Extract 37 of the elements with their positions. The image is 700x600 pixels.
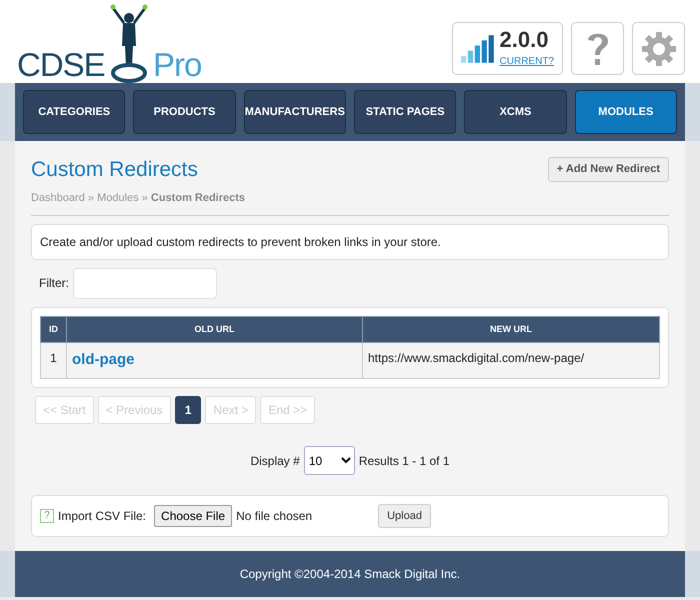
logo-text: CDSE (17, 48, 105, 81)
old-url-link[interactable]: old-page (72, 351, 134, 368)
settings-icon (640, 30, 676, 66)
table-cell: 1 (40, 342, 66, 379)
current-link[interactable]: CURRENT? (500, 56, 554, 66)
breadcrumb-current: Custom Redirects (150, 192, 246, 204)
logo-text: Pro (153, 48, 202, 81)
choose-file-button[interactable]: Choose File (154, 505, 232, 528)
nav-tab[interactable]: MANUFACTURERS (244, 90, 346, 134)
column-header: OLD URL (66, 316, 362, 343)
nav-tab[interactable]: STATIC PAGES (354, 90, 456, 134)
intro-text: Create and/or upload custom redirects to prevent broken links in your store. (40, 234, 441, 249)
display-select[interactable]: 10 (304, 446, 355, 476)
results-text: Results 1 - 1 of 1 (358, 452, 450, 470)
nav-tab[interactable]: PRODUCTS (133, 90, 236, 134)
file-status: No file chosen (236, 508, 312, 526)
footer-text: Copyright ©2004-2014 Smack Digital Inc. (240, 566, 460, 584)
add-redirect-button[interactable]: + Add New Redirect (548, 157, 669, 182)
help-button[interactable] (571, 22, 624, 75)
nav-tab[interactable]: MODULES (574, 90, 677, 134)
pagination-button[interactable]: 1 (174, 396, 202, 424)
upload-button[interactable]: Upload (378, 504, 431, 528)
nav-tab[interactable]: CATEGORIES (23, 90, 126, 134)
page-title: Custom Redirects (31, 157, 198, 182)
version-number: 2.0.0 (500, 28, 550, 50)
import-label: Import CSV File: (58, 508, 146, 526)
breadcrumb-separator: » (88, 192, 94, 204)
signal-bars-icon (461, 32, 496, 64)
column-header: ID (40, 316, 66, 343)
filter-field[interactable] (73, 268, 217, 299)
table-cell: https://www.smackdigital.com/new-page/ (362, 342, 660, 379)
display-label: Display # (250, 452, 300, 470)
nav-tab[interactable]: XCMS (464, 90, 567, 134)
breadcrumb-separator: » (142, 192, 148, 204)
settings-button[interactable] (632, 22, 685, 75)
column-header: NEW URL (362, 316, 660, 343)
filter-label: Filter: (39, 275, 69, 292)
